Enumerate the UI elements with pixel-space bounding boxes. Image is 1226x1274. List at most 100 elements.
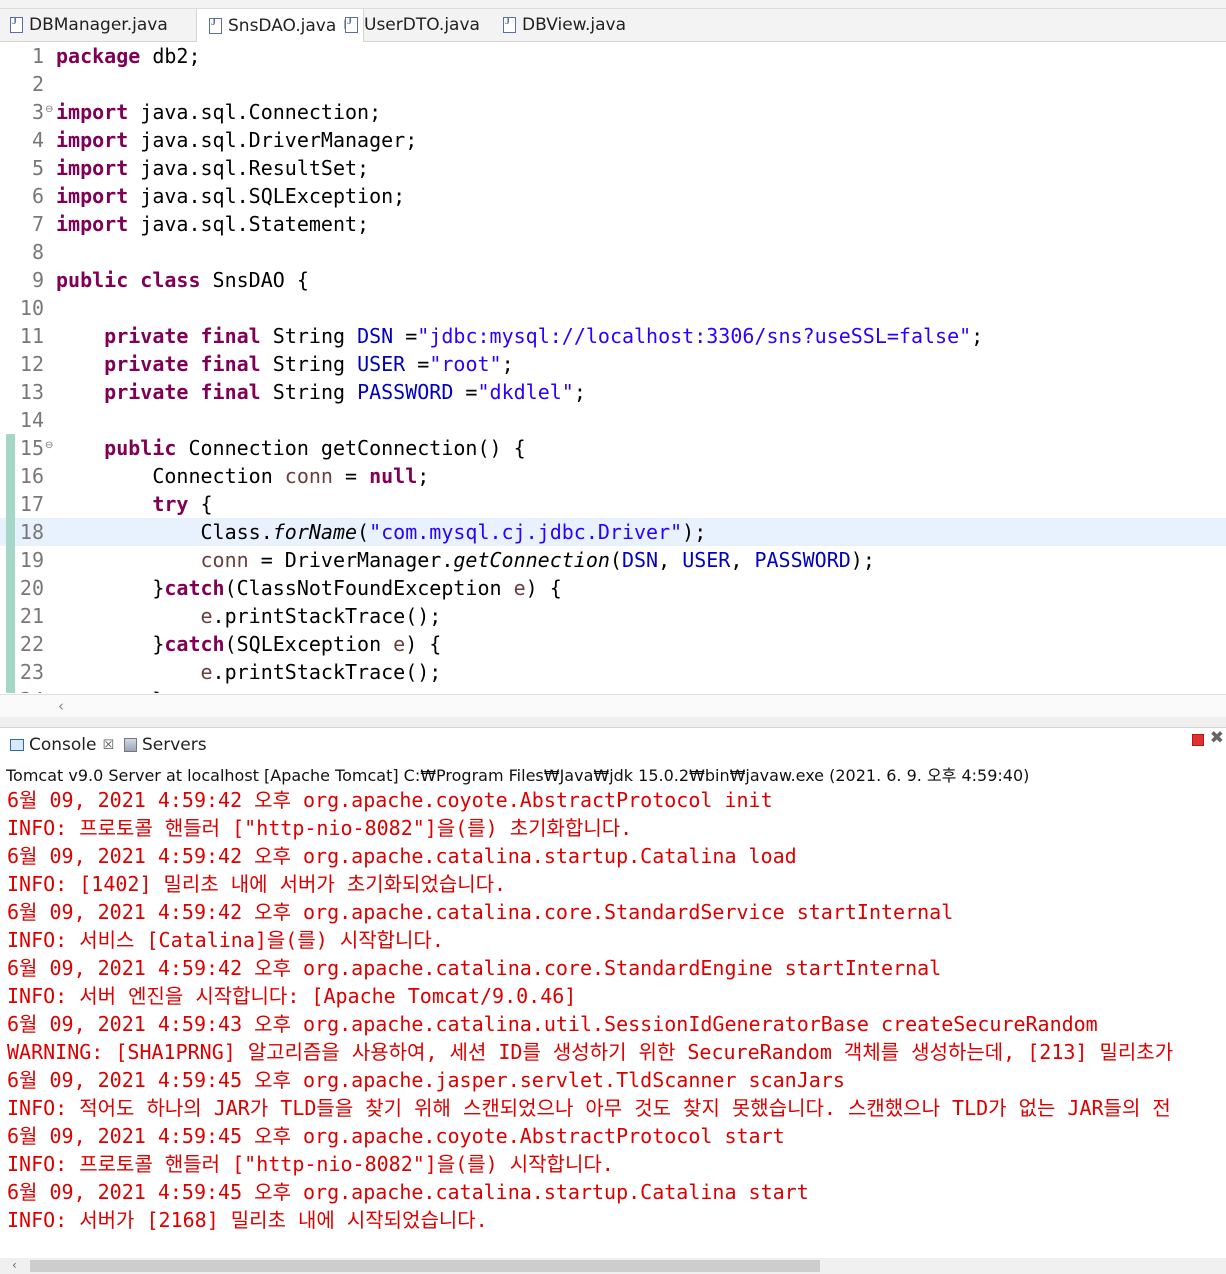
code-line[interactable]: 20 }catch(ClassNotFoundException e) {	[0, 574, 1226, 602]
console-line: 6월 09, 2021 4:59:42 오후 org.apache.catali…	[7, 956, 942, 980]
panel-divider[interactable]	[0, 717, 1226, 727]
console-line: 6월 09, 2021 4:59:43 오후 org.apache.catali…	[7, 1012, 1098, 1036]
tab-snsdao[interactable]: SnsDAO.java ☒	[196, 9, 364, 42]
tab-label: UserDTO.java	[364, 15, 480, 35]
line-number: 17	[19, 492, 44, 516]
line-number: 10	[19, 296, 44, 320]
code-text: import java.sql.SQLException;	[56, 184, 406, 208]
terminate-icon[interactable]	[1192, 734, 1204, 746]
console-line: INFO: 적어도 하나의 JAR가 TLD들을 찾기 위해 스캔되었으나 아무…	[7, 1096, 1171, 1120]
code-text: import java.sql.ResultSet;	[56, 156, 370, 180]
line-number: 3	[31, 100, 44, 124]
change-marker	[6, 574, 15, 602]
java-file-icon	[345, 16, 358, 33]
code-text: Class.forName("com.mysql.cj.jdbc.Driver"…	[56, 520, 707, 544]
fold-icon[interactable]: ⊖	[45, 104, 53, 115]
code-text: conn = DriverManager.getConnection(DSN, …	[200, 548, 875, 572]
code-line[interactable]: 19 conn = DriverManager.getConnection(DS…	[0, 546, 1226, 574]
tab-label: DBView.java	[522, 15, 627, 35]
change-marker	[6, 518, 15, 546]
code-text: }	[56, 688, 164, 693]
code-line[interactable]: 17 try {	[0, 490, 1226, 518]
code-line[interactable]: 8	[0, 238, 1226, 266]
tab-servers[interactable]: Servers	[124, 728, 207, 762]
code-line[interactable]: 22 }catch(SQLException e) {	[0, 630, 1226, 658]
change-marker	[6, 434, 15, 462]
console-line: 6월 09, 2021 4:59:42 오후 org.apache.coyote…	[7, 788, 773, 812]
console-icon	[10, 739, 24, 751]
editor-tab-bar: DBManager.java SnsDAO.java ☒ UserDTO.jav…	[0, 9, 1226, 42]
code-line[interactable]: 18 Class.forName("com.mysql.cj.jdbc.Driv…	[0, 518, 1226, 546]
line-number: 4	[31, 128, 44, 152]
close-icon[interactable]: ☒	[103, 738, 115, 753]
code-line[interactable]: 13 private final String PASSWORD ="dkdle…	[0, 378, 1226, 406]
code-line[interactable]: 7 import java.sql.Statement;	[0, 210, 1226, 238]
code-editor[interactable]: 1 package db2; 2 3 ⊖ import java.sql.Connecti…	[0, 42, 1226, 693]
console-line: INFO: 프로토콜 핸들러 ["http-nio-8082"]을(를) 시작합…	[7, 1152, 614, 1176]
console-line: INFO: 프로토콜 핸들러 ["http-nio-8082"]을(를) 초기화…	[7, 816, 633, 840]
code-line[interactable]: 4 import java.sql.DriverManager;	[0, 126, 1226, 154]
tab-dbmanager[interactable]: DBManager.java	[10, 9, 168, 41]
code-line[interactable]: 10	[0, 294, 1226, 322]
console-line: WARNING: [SHA1PRNG] 알고리즘을 사용하여, 세션 ID를 생…	[7, 1040, 1174, 1064]
line-number: 18	[19, 520, 44, 544]
console-line: 6월 09, 2021 4:59:45 오후 org.apache.coyote…	[7, 1124, 785, 1148]
code-line[interactable]: 9 public class SnsDAO {	[0, 266, 1226, 294]
java-file-icon	[503, 16, 516, 33]
line-number: 24	[18, 688, 44, 693]
chevron-left-icon[interactable]: ‹	[58, 697, 64, 715]
line-number: 14	[19, 408, 44, 432]
servers-icon	[124, 738, 137, 752]
tab-userdto[interactable]: UserDTO.java	[345, 9, 480, 41]
fold-icon[interactable]: ⊖	[45, 440, 53, 451]
toolbar-strip	[0, 0, 1226, 9]
tab-label: SnsDAO.java	[228, 15, 337, 36]
change-marker	[6, 602, 15, 630]
line-number: 20	[19, 576, 44, 600]
editor-horizontal-scrollbar[interactable]: ‹	[0, 694, 1226, 717]
console-line: 6월 09, 2021 4:59:45 오후 org.apache.jasper…	[7, 1068, 845, 1092]
code-text: import java.sql.Statement;	[56, 212, 370, 236]
line-number: 2	[31, 72, 44, 96]
console-description: Tomcat v9.0 Server at localhost [Apache …	[6, 766, 1030, 785]
code-line[interactable]: 2	[0, 70, 1226, 98]
line-number: 6	[31, 184, 44, 208]
change-marker	[6, 630, 15, 658]
code-line[interactable]: 14	[0, 406, 1226, 434]
console-output[interactable]: 6월 09, 2021 4:59:42 오후 org.apache.coyote…	[0, 784, 1226, 1258]
console-line: INFO: 서비스 [Catalina]을(를) 시작합니다.	[7, 928, 444, 952]
code-line[interactable]: 11 private final String DSN ="jdbc:mysql…	[0, 322, 1226, 350]
line-number: 11	[19, 324, 44, 348]
line-number: 22	[19, 632, 44, 656]
code-line[interactable]: 21 e.printStackTrace();	[0, 602, 1226, 630]
chevron-left-icon[interactable]: ‹	[12, 1258, 17, 1272]
console-horizontal-scrollbar[interactable]: ‹	[0, 1258, 1226, 1274]
tab-label: DBManager.java	[29, 15, 168, 35]
line-number: 19	[19, 548, 44, 572]
code-line[interactable]: 12 private final String USER ="root";	[0, 350, 1226, 378]
code-line[interactable]: 16 Connection conn = null;	[0, 462, 1226, 490]
remove-launch-icon[interactable]: ✖	[1210, 728, 1224, 748]
console-line: INFO: [1402] 밀리초 내에 서버가 초기화되었습니다.	[7, 872, 507, 896]
line-number: 15	[19, 436, 44, 460]
code-text: import java.sql.Connection;	[56, 100, 382, 124]
code-text: private final String USER ="root";	[104, 352, 514, 376]
tab-dbview[interactable]: DBView.java	[503, 9, 626, 41]
change-marker	[6, 490, 15, 518]
code-text: }catch(ClassNotFoundException e) {	[56, 576, 562, 600]
code-line[interactable]: 23 e.printStackTrace();	[0, 658, 1226, 686]
code-line[interactable]: 24 }	[0, 686, 1226, 693]
code-line[interactable]: 6 import java.sql.SQLException;	[0, 182, 1226, 210]
code-text: package db2;	[56, 44, 201, 68]
code-line[interactable]: 3 ⊖ import java.sql.Connection;	[0, 98, 1226, 126]
scrollbar-thumb[interactable]	[30, 1260, 820, 1272]
code-text: Connection conn = null;	[56, 464, 430, 488]
line-number: 16	[19, 464, 44, 488]
code-line[interactable]: 5 import java.sql.ResultSet;	[0, 154, 1226, 182]
tab-console[interactable]: Console ☒	[10, 728, 114, 762]
code-text: private final String DSN ="jdbc:mysql://…	[104, 324, 984, 348]
code-text: try {	[152, 492, 213, 516]
code-line[interactable]: 1 package db2;	[0, 42, 1226, 70]
console-line: INFO: 서버가 [2168] 밀리초 내에 시작되었습니다.	[7, 1208, 488, 1232]
code-line[interactable]: 15 ⊖ public Connection getConnection() {	[0, 434, 1226, 462]
